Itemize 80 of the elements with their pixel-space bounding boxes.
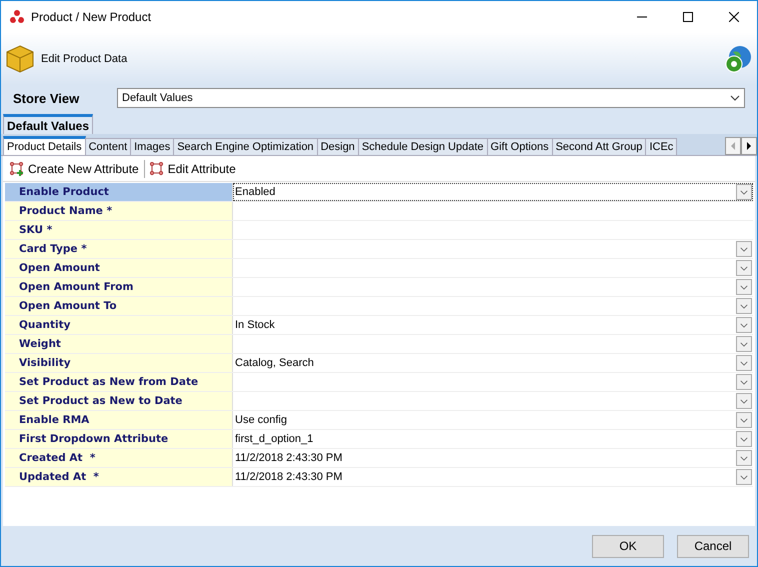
dropdown-button[interactable]	[736, 431, 752, 447]
scroll-right-button[interactable]	[741, 137, 757, 155]
dialog-button[interactable]: OK	[592, 534, 664, 558]
chevron-icon	[740, 266, 748, 270]
dropdown-button[interactable]	[736, 241, 752, 257]
property-label: Product Name *	[5, 202, 233, 220]
close-icon[interactable]	[729, 12, 739, 22]
property-label: Weight	[5, 335, 233, 353]
tab[interactable]: ICEc	[645, 138, 678, 155]
tab[interactable]: Second Att Group	[552, 138, 646, 155]
dropdown-button[interactable]	[736, 393, 752, 409]
tab[interactable]: Design	[316, 138, 359, 155]
header-title: Edit Product Data	[41, 52, 128, 64]
property-label: Quantity	[5, 316, 233, 334]
chevron-icon	[740, 474, 748, 480]
chevron-icon	[740, 246, 748, 252]
store-view-label: Store View	[13, 90, 80, 106]
dropdown-button[interactable]	[736, 355, 752, 371]
property-label: Open Amount To	[5, 297, 233, 315]
dropdown-button[interactable]	[736, 279, 752, 295]
dropdown-button[interactable]	[736, 336, 752, 352]
chevron-icon	[740, 190, 748, 194]
dropdown-button[interactable]	[736, 374, 752, 390]
chevron-icon	[740, 284, 748, 290]
property-label: Enable RMA	[5, 411, 233, 429]
tab[interactable]: Schedule Design Update	[358, 138, 488, 155]
property-label: Open Amount	[5, 259, 233, 277]
tab[interactable]: Product Details	[3, 136, 86, 155]
app-logo-icon	[9, 8, 25, 24]
property-label: Set Product as New to Date	[5, 392, 233, 410]
right-arrow-icon	[746, 142, 752, 150]
property-label: SKU *	[5, 221, 233, 239]
toolbar-button[interactable]: Edit Attribute	[146, 160, 239, 178]
value-dropdown[interactable]: Enabled	[233, 183, 753, 201]
dropdown-button[interactable]	[736, 184, 752, 200]
dropdown-button[interactable]	[736, 469, 752, 485]
chevron-icon	[740, 456, 748, 460]
chevron-icon	[730, 95, 740, 101]
value-dropdown[interactable]: first_d_option_1	[233, 430, 753, 448]
store-view-dropdown[interactable]: Default Values	[117, 88, 745, 108]
value-dropdown[interactable]: Catalog, Search	[233, 354, 753, 372]
property-label: Open Amount From	[5, 278, 233, 296]
value-dropdown[interactable]: 11/2/2018 2:43:30 PM	[233, 468, 753, 486]
toolbar-button[interactable]: Create New Attribute	[7, 160, 142, 178]
maximize-icon[interactable]	[683, 12, 693, 22]
chevron-icon	[740, 436, 748, 442]
store-tab[interactable]: Default Values	[3, 114, 94, 134]
tab[interactable]: Images	[130, 138, 174, 155]
tab[interactable]: Search Engine Optimization	[173, 138, 318, 155]
chevron-icon	[740, 380, 748, 384]
property-label: Card Type *	[5, 240, 233, 258]
tab[interactable]: Content	[84, 138, 132, 155]
value-dropdown[interactable]: Use config	[233, 411, 753, 429]
dropdown-button[interactable]	[736, 317, 752, 333]
property-label: Created At *	[5, 449, 233, 467]
chevron-icon	[740, 398, 748, 404]
attribute-icon	[150, 162, 164, 176]
dropdown-button[interactable]	[736, 412, 752, 428]
dropdown-button[interactable]	[736, 298, 752, 314]
value-dropdown[interactable]: 11/2/2018 2:43:30 PM	[233, 449, 753, 467]
chevron-icon	[740, 342, 748, 346]
chevron-icon	[740, 322, 748, 328]
chevron-icon	[740, 418, 748, 422]
box-icon	[5, 44, 35, 74]
chevron-icon	[740, 304, 748, 308]
property-label: Updated At *	[5, 468, 233, 486]
dropdown-button[interactable]	[736, 450, 752, 466]
window-title: Product / New Product	[31, 10, 152, 24]
dropdown-button[interactable]	[736, 260, 752, 276]
property-label: First Dropdown Attribute	[5, 430, 233, 448]
chevron-icon	[740, 360, 748, 366]
property-label: Visibility	[5, 354, 233, 372]
add-attribute-icon	[10, 162, 24, 176]
help-globe-icon[interactable]	[723, 44, 753, 74]
value-dropdown[interactable]: In Stock	[233, 316, 753, 334]
tab[interactable]: Gift Options	[486, 138, 553, 155]
property-label: Enable Product	[5, 183, 233, 201]
property-label: Set Product as New from Date	[5, 373, 233, 391]
left-arrow-icon	[730, 142, 736, 150]
dialog-button[interactable]: Cancel	[677, 534, 749, 558]
